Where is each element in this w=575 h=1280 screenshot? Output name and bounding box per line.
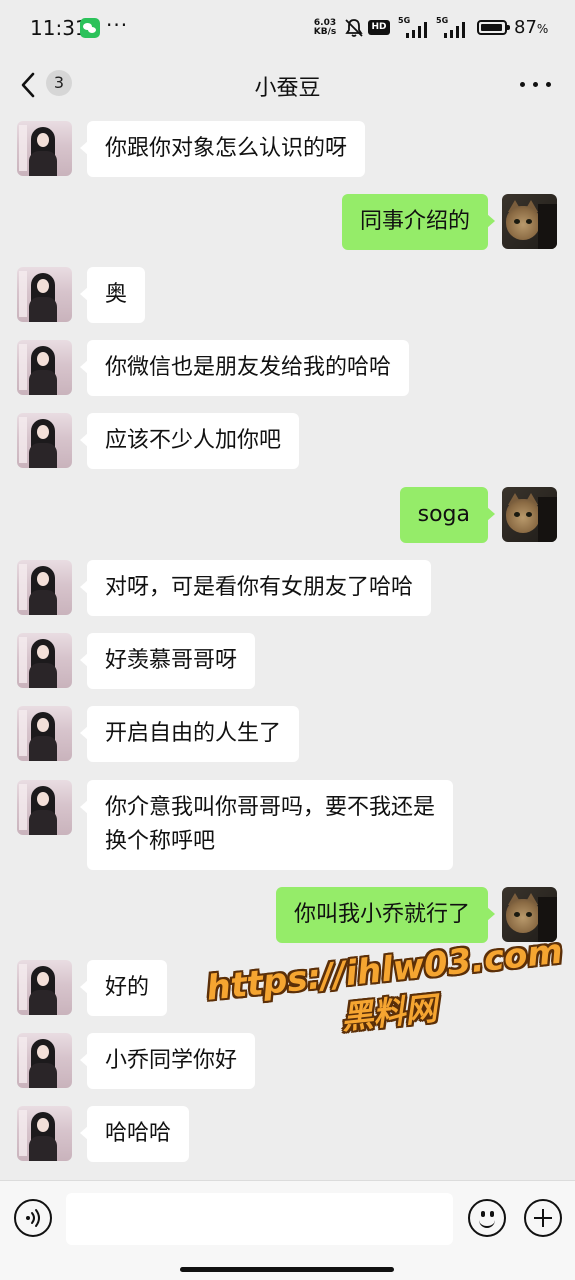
hd-icon: HD (368, 20, 390, 35)
net-speed-unit: KB/s (313, 27, 337, 37)
ellipsis-icon (520, 82, 525, 87)
incoming-message-bubble[interactable]: 好羡慕哥哥呀 (79, 633, 256, 689)
contact-avatar[interactable] (17, 780, 72, 835)
battery-level-value: 87 (514, 17, 537, 38)
status-more-dots: ··· (106, 13, 129, 37)
incoming-message-bubble[interactable]: 你介意我叫你哥哥吗，要不我还是 换个称呼吧 (79, 780, 454, 870)
emoji-icon (479, 1220, 495, 1228)
chat-screen: 11:31 ··· 6.03 KB/s HD 5G 5G 87% 3 小蚕豆 你… (0, 0, 575, 1280)
chat-title: 小蚕豆 (254, 76, 321, 101)
contact-avatar[interactable] (17, 706, 72, 761)
battery-unit: % (536, 22, 549, 36)
outgoing-message-bubble[interactable]: soga (399, 487, 496, 543)
signal-icon-2: 5G (436, 16, 470, 38)
input-bar (0, 1180, 575, 1280)
voice-icon (26, 1209, 40, 1227)
more-functions-button[interactable] (524, 1199, 562, 1237)
contact-avatar[interactable] (17, 121, 72, 176)
contact-avatar[interactable] (17, 1106, 72, 1161)
outgoing-message-bubble[interactable]: 同事介绍的 (341, 194, 496, 250)
incoming-message-bubble[interactable]: 好的 (79, 960, 168, 1016)
net-speed: 6.03 KB/s (312, 19, 338, 37)
home-indicator[interactable] (180, 1267, 394, 1272)
signal-icon-1: 5G (398, 16, 432, 38)
battery-level: 87% (514, 17, 548, 38)
my-avatar[interactable] (502, 194, 557, 249)
incoming-message-bubble[interactable]: 哈哈哈 (79, 1106, 190, 1162)
incoming-message-bubble[interactable]: 你跟你对象怎么认识的呀 (79, 121, 366, 177)
my-avatar[interactable] (502, 887, 557, 942)
status-bar: 11:31 ··· 6.03 KB/s HD 5G 5G 87% (0, 0, 575, 56)
incoming-message-bubble[interactable]: 应该不少人加你吧 (79, 413, 300, 469)
wechat-icon (80, 18, 100, 38)
contact-avatar[interactable] (17, 1033, 72, 1088)
incoming-message-bubble[interactable]: 开启自由的人生了 (79, 706, 300, 762)
status-time: 11:31 (30, 16, 88, 40)
incoming-message-bubble[interactable]: 小乔同学你好 (79, 1033, 256, 1089)
mute-icon (344, 18, 364, 42)
voice-button[interactable] (14, 1199, 52, 1237)
contact-avatar[interactable] (17, 560, 72, 615)
contact-avatar[interactable] (17, 413, 72, 468)
battery-icon (477, 20, 510, 35)
my-avatar[interactable] (502, 487, 557, 542)
contact-avatar[interactable] (17, 633, 72, 688)
contact-avatar[interactable] (17, 340, 72, 395)
more-options-button[interactable] (516, 66, 556, 102)
message-input[interactable] (66, 1193, 453, 1245)
incoming-message-bubble[interactable]: 对呀，可是看你有女朋友了哈哈 (79, 560, 432, 616)
emoji-button[interactable] (468, 1199, 506, 1237)
outgoing-message-bubble[interactable]: 你叫我小乔就行了 (275, 887, 496, 943)
contact-avatar[interactable] (17, 960, 72, 1015)
contact-avatar[interactable] (17, 267, 72, 322)
message-list[interactable]: 你跟你对象怎么认识的呀 同事介绍的 奥 你微信也是朋友发给我的哈哈 应该不少人加… (0, 112, 575, 1180)
incoming-message-bubble[interactable]: 奥 (79, 267, 146, 323)
incoming-message-bubble[interactable]: 你微信也是朋友发给我的哈哈 (79, 340, 410, 396)
nav-bar: 3 小蚕豆 (0, 56, 575, 112)
